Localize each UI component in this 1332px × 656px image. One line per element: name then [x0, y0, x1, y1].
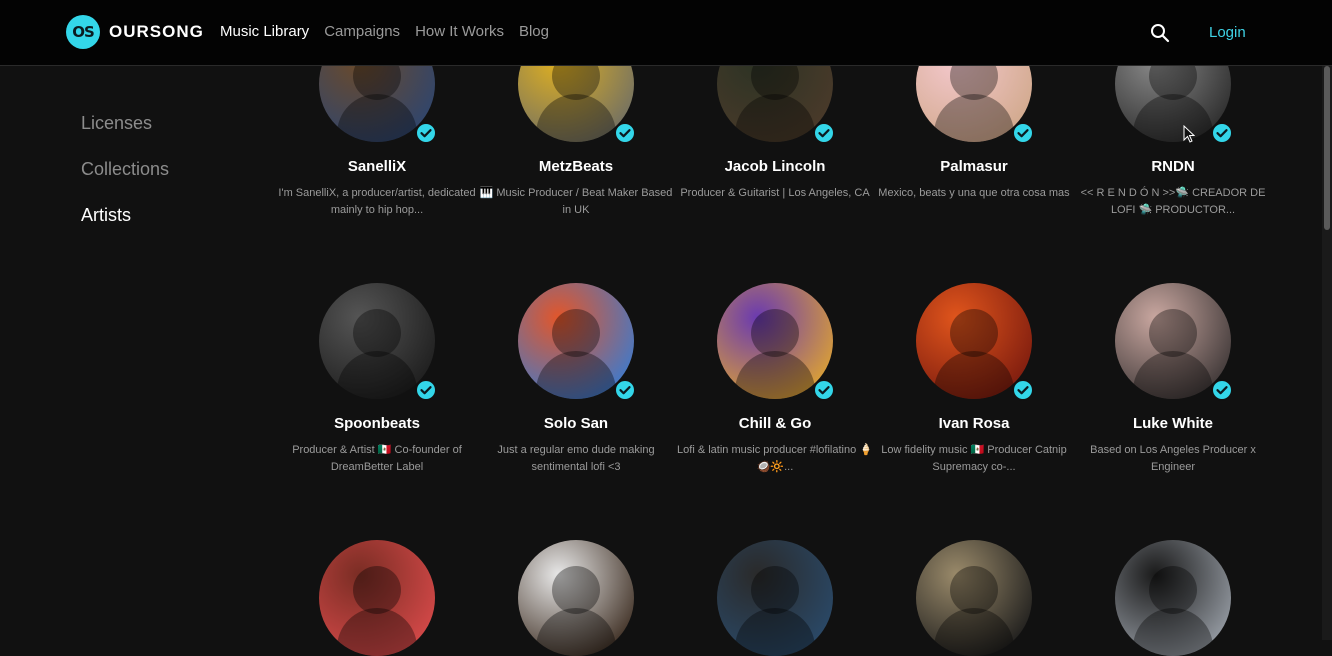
- nav-how-it-works[interactable]: How It Works: [415, 23, 504, 40]
- artist-bio: Based on Los Angeles Producer x Engineer: [1090, 444, 1256, 473]
- library-sidebar: Licenses Collections Artists: [81, 113, 169, 251]
- artist-avatar[interactable]: [916, 283, 1034, 401]
- artist-bio: Producer & Artist 🇲🇽 Co-founder of Dream…: [292, 444, 462, 473]
- artist-avatar[interactable]: [916, 540, 1032, 656]
- artist-avatar[interactable]: [1115, 283, 1233, 401]
- sidebar-item-licenses[interactable]: Licenses: [81, 113, 169, 159]
- artist-name[interactable]: RNDN: [1074, 158, 1272, 175]
- artist-avatar[interactable]: [518, 283, 636, 401]
- nav-blog[interactable]: Blog: [519, 23, 549, 40]
- artist-avatar[interactable]: [717, 540, 833, 656]
- artist-avatar[interactable]: [319, 540, 435, 656]
- avatar-image: [319, 540, 435, 656]
- avatar-image: [1115, 540, 1231, 656]
- artist-avatar[interactable]: [518, 540, 634, 656]
- verified-badge-icon: [813, 122, 835, 144]
- artist-avatar[interactable]: [319, 283, 437, 401]
- artist-name[interactable]: MetzBeats: [477, 158, 675, 175]
- verified-badge-icon: [415, 122, 437, 144]
- brand-name: OURSONG: [109, 22, 204, 41]
- artist-name[interactable]: Jacob Lincoln: [676, 158, 874, 175]
- nav-campaigns[interactable]: Campaigns: [324, 23, 400, 40]
- artist-name[interactable]: Spoonbeats: [278, 415, 476, 432]
- artist-bio: Low fidelity music 🇲🇽 Producer Catnip Su…: [881, 444, 1067, 473]
- verified-badge-icon: [614, 122, 636, 144]
- verified-badge-icon: [415, 379, 437, 401]
- artists-grid: SanelliX I'm SanelliX, a producer/artist,…: [278, 0, 1328, 656]
- nav-music-library[interactable]: Music Library: [220, 23, 309, 40]
- page-scrollbar[interactable]: [1322, 66, 1332, 640]
- artist-name[interactable]: Palmasur: [875, 158, 1073, 175]
- artist-bio: Producer & Guitarist | Los Angeles, CA: [680, 187, 870, 199]
- artist-name[interactable]: Chill & Go: [676, 415, 874, 432]
- artist-bio: Mexico, beats y una que otra cosa mas: [878, 187, 1070, 199]
- artist-name[interactable]: SanelliX: [278, 158, 476, 175]
- logo-icon: OS: [66, 15, 100, 49]
- verified-badge-icon: [1012, 122, 1034, 144]
- artist-bio: Lofi & latin music producer #lofilatino …: [677, 444, 873, 473]
- artist-bio: I'm SanelliX, a producer/artist, dedicat…: [278, 187, 476, 216]
- artist-name[interactable]: Solo San: [477, 415, 675, 432]
- artist-name[interactable]: Luke White: [1074, 415, 1272, 432]
- verified-badge-icon: [1012, 379, 1034, 401]
- search-icon[interactable]: [1150, 23, 1170, 43]
- login-button[interactable]: Login: [1209, 24, 1246, 41]
- scrollbar-thumb[interactable]: [1324, 66, 1330, 230]
- verified-badge-icon: [813, 379, 835, 401]
- avatar-image: [518, 540, 634, 656]
- artist-avatar[interactable]: [717, 283, 835, 401]
- artist-avatar[interactable]: [1115, 540, 1231, 656]
- top-navigation-bar: OS OURSONG Music Library Campaigns How I…: [0, 0, 1332, 66]
- verified-badge-icon: [1211, 122, 1233, 144]
- artist-name[interactable]: Ivan Rosa: [875, 415, 1073, 432]
- sidebar-item-artists[interactable]: Artists: [81, 205, 169, 251]
- brand-logo[interactable]: OS OURSONG: [66, 15, 204, 49]
- verified-badge-icon: [614, 379, 636, 401]
- artist-bio: 🎹 Music Producer / Beat Maker Based in U…: [479, 187, 673, 216]
- artist-bio: << R E N D Ó N >>🛸 CREADOR DE LOFI 🛸 PRO…: [1080, 187, 1266, 216]
- mouse-cursor-icon: [1183, 125, 1195, 143]
- avatar-image: [717, 540, 833, 656]
- verified-badge-icon: [1211, 379, 1233, 401]
- avatar-image: [916, 540, 1032, 656]
- main-nav: Music Library Campaigns How It Works Blo…: [220, 23, 549, 40]
- artist-bio: Just a regular emo dude making sentiment…: [497, 444, 655, 473]
- sidebar-item-collections[interactable]: Collections: [81, 159, 169, 205]
